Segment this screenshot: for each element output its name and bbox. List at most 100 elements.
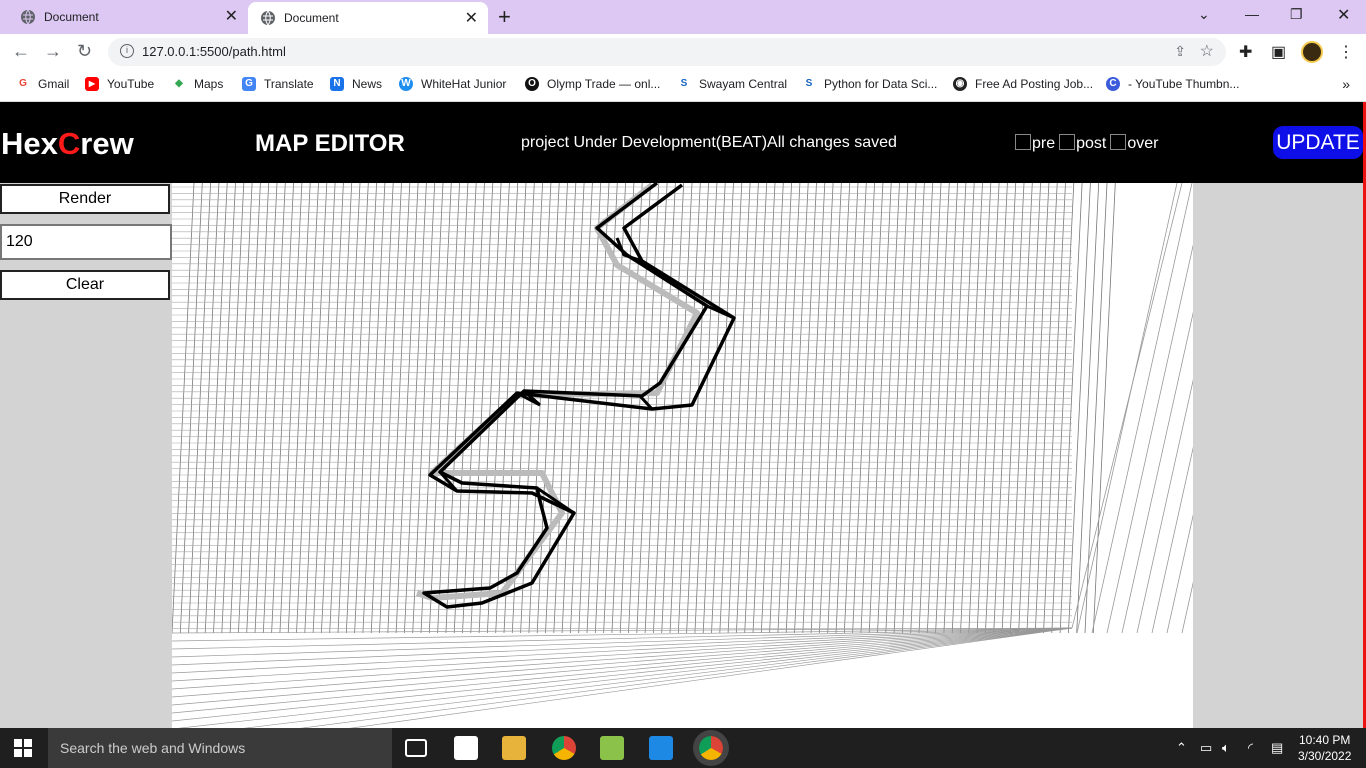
more-bookmarks-icon[interactable]: » xyxy=(1342,76,1350,92)
bookmark-python[interactable]: S Python for Data Sci... xyxy=(802,77,937,91)
bookmark-youtube-thumbnail[interactable]: C - YouTube Thumbn... xyxy=(1106,77,1239,91)
grid-line xyxy=(802,182,826,634)
bookmark-free-ad[interactable]: ◉ Free Ad Posting Job... xyxy=(953,77,1093,91)
minimize-icon[interactable]: — xyxy=(1245,6,1259,22)
bookmark-label: - YouTube Thumbn... xyxy=(1128,77,1240,91)
grid-line xyxy=(1009,182,1033,634)
window-close-icon[interactable]: ✕ xyxy=(1337,5,1350,25)
bookmark-youtube[interactable]: ▶ YouTube xyxy=(85,77,154,91)
chrome-icon[interactable] xyxy=(552,736,576,760)
grid-line xyxy=(171,627,1073,714)
grid-line xyxy=(262,182,286,634)
restore-icon[interactable]: ❐ xyxy=(1290,6,1303,23)
grid-line xyxy=(395,182,419,634)
url-text[interactable]: 127.0.0.1:5500/path.html xyxy=(142,44,286,59)
grid-line xyxy=(445,182,469,634)
browser-tab-2-active[interactable]: Document ✕ xyxy=(248,2,488,34)
close-tab-icon[interactable]: ✕ xyxy=(465,11,478,27)
extensions-icon[interactable]: ✚ xyxy=(1239,42,1252,62)
store-icon[interactable] xyxy=(454,736,478,760)
grid-line xyxy=(694,182,718,634)
grid-line xyxy=(213,182,236,634)
grid-line xyxy=(852,182,875,634)
share-icon[interactable]: ⇪ xyxy=(1174,43,1186,60)
back-icon[interactable]: ← xyxy=(12,41,30,61)
grid-line xyxy=(321,182,344,634)
bookmark-gmail[interactable]: G Gmail xyxy=(16,77,69,91)
clock[interactable]: 10:40 PM 3/30/2022 xyxy=(1298,732,1351,764)
taskbar-search[interactable]: Search the web and Windows xyxy=(48,728,392,768)
grid-line xyxy=(968,182,992,634)
vscode-icon[interactable] xyxy=(649,736,673,760)
grid-line xyxy=(1071,182,1183,629)
bookmark-translate[interactable]: G Translate xyxy=(242,77,314,91)
new-tab-icon[interactable]: + xyxy=(498,6,511,28)
windows-start-icon[interactable] xyxy=(14,739,32,757)
tab-search-icon[interactable]: ⌄ xyxy=(1198,6,1210,23)
reload-icon[interactable]: ↻ xyxy=(77,41,92,61)
grid-line xyxy=(819,182,842,634)
grid-line xyxy=(179,182,203,634)
number-input[interactable]: 120 xyxy=(0,224,172,260)
browser-tab-1[interactable]: Document ✕ xyxy=(0,0,248,34)
bookmark-maps[interactable]: ◆ Maps xyxy=(172,77,223,91)
chrome-active-icon[interactable] xyxy=(699,736,723,760)
grid-line xyxy=(711,182,734,634)
grid-line xyxy=(810,182,834,634)
address-bar[interactable]: i 127.0.0.1:5500/path.html ⇪ ☆ xyxy=(108,38,1226,66)
globe-icon xyxy=(21,9,35,25)
bookmark-news[interactable]: N News xyxy=(330,77,382,91)
tab-title: Document xyxy=(44,10,99,24)
grid-line xyxy=(1181,182,1283,634)
grid-line xyxy=(354,182,377,634)
forward-icon[interactable]: → xyxy=(44,41,62,61)
save-status: project Under Development(BEAT)All chang… xyxy=(521,134,897,151)
grid-line xyxy=(794,182,817,634)
grid-line xyxy=(1001,182,1025,634)
grid-line xyxy=(196,182,220,634)
grid-drawing[interactable] xyxy=(171,181,1283,754)
pre-image: pre xyxy=(1015,134,1055,153)
grid-line xyxy=(528,182,552,634)
notepad-icon[interactable] xyxy=(600,736,624,760)
grid-line xyxy=(204,182,228,634)
grid-line xyxy=(885,182,909,634)
wifi-icon[interactable]: ◜ xyxy=(1248,740,1253,756)
site-info-icon[interactable]: i xyxy=(120,44,134,58)
grid-line xyxy=(686,182,709,634)
grid-line xyxy=(188,182,211,634)
grid-line xyxy=(171,182,195,634)
file-explorer-icon[interactable] xyxy=(502,736,526,760)
bookmark-whitehat[interactable]: W WhiteHat Junior xyxy=(399,77,506,91)
bookmark-label: Python for Data Sci... xyxy=(824,77,938,91)
map-canvas[interactable] xyxy=(171,181,1283,754)
tray-arrow-icon[interactable]: ⌃ xyxy=(1176,740,1187,756)
profile-avatar[interactable] xyxy=(1301,41,1323,63)
grid-line xyxy=(287,182,311,634)
grid-line xyxy=(312,182,336,634)
grid-line xyxy=(545,182,568,634)
notifications-icon[interactable]: ▤ xyxy=(1271,740,1283,756)
bookmark-olymp[interactable]: O Olymp Trade — onl... xyxy=(525,77,660,91)
grid-line xyxy=(960,182,983,634)
side-panel-icon[interactable]: ▣ xyxy=(1271,42,1286,62)
close-tab-icon[interactable]: ✕ xyxy=(225,9,238,25)
battery-icon[interactable]: ▭ xyxy=(1200,740,1212,756)
grid-line xyxy=(926,182,950,634)
bookmark-swayam[interactable]: S Swayam Central xyxy=(677,77,787,91)
grid-line xyxy=(586,182,610,634)
grid-line xyxy=(437,182,460,634)
grid-line xyxy=(1059,182,1083,634)
bookmark-label: Maps xyxy=(194,77,224,91)
grid-line xyxy=(1091,182,1193,634)
grid-line xyxy=(404,182,427,634)
clear-button[interactable]: Clear xyxy=(0,270,170,300)
update-button[interactable]: UPDATE xyxy=(1273,126,1363,159)
bookmark-star-icon[interactable]: ☆ xyxy=(1200,41,1214,61)
task-view-icon[interactable] xyxy=(405,739,427,757)
volume-icon[interactable]: 🔈︎ xyxy=(1222,740,1230,756)
render-button[interactable]: Render xyxy=(0,184,170,214)
grid-line xyxy=(462,182,485,634)
grid-line xyxy=(744,182,768,634)
menu-icon[interactable]: ⋮ xyxy=(1338,42,1354,62)
